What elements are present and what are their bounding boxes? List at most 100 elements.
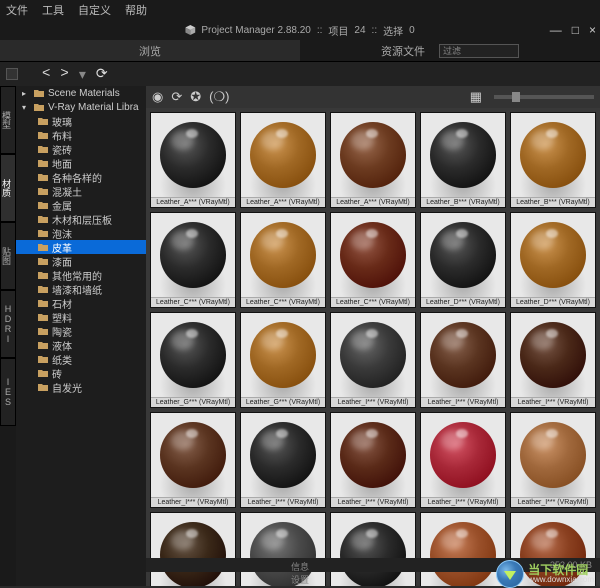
refresh-icon[interactable]: ⟳: [171, 89, 182, 105]
material-thumb[interactable]: Leather_D*** (VRayMtl): [510, 212, 596, 308]
tree-expand-icon[interactable]: ▸: [22, 89, 30, 98]
tree-item[interactable]: 金属: [16, 198, 146, 212]
tree-label: 皮革: [52, 240, 72, 255]
app-title: Project Manager 2.88.20: [201, 25, 311, 36]
tree-item[interactable]: 自发光: [16, 380, 146, 394]
material-sphere: [430, 122, 496, 188]
tab-assets[interactable]: 资源文件 过滤: [300, 40, 600, 61]
folder-icon: [38, 369, 48, 377]
tree-item[interactable]: 混凝土: [16, 184, 146, 198]
material-thumb[interactable]: Leather_B*** (VRayMtl): [510, 112, 596, 208]
view-mode-icon[interactable]: ▦: [470, 89, 482, 105]
material-sphere: [340, 522, 406, 586]
material-sphere: [340, 122, 406, 188]
material-thumb[interactable]: Leather_A*** (VRayMtl): [150, 112, 236, 208]
material-thumb[interactable]: Leather_I*** (VRayMtl): [330, 412, 416, 508]
window-minimize-button[interactable]: —: [550, 23, 562, 37]
tree-root-vray-library[interactable]: ▾ V-Ray Material Libra: [16, 100, 146, 114]
material-thumb[interactable]: Leather_L*** (VRayMtl): [240, 512, 326, 586]
material-thumb[interactable]: Leather_I*** (VRayMtl): [510, 412, 596, 508]
tree-item[interactable]: 布料: [16, 128, 146, 142]
tree-collapse-icon[interactable]: ▾: [22, 103, 30, 112]
side-tab-model[interactable]: 模型: [0, 86, 16, 154]
footer-info[interactable]: 信息: [291, 560, 309, 573]
ps-icon[interactable]: [6, 68, 18, 80]
option-icon[interactable]: (❍): [209, 89, 229, 105]
tree-item[interactable]: 泡沫: [16, 226, 146, 240]
tree-item[interactable]: 漆面: [16, 254, 146, 268]
globe-icon[interactable]: ✪: [190, 89, 201, 105]
tree-item[interactable]: 各种各样的: [16, 170, 146, 184]
thumb-preview: [511, 413, 595, 497]
menu-tools[interactable]: 工具: [42, 2, 64, 18]
folder-icon: [38, 257, 48, 265]
material-thumb[interactable]: Leather_I*** (VRayMtl): [330, 512, 416, 586]
material-thumb[interactable]: Leather_D*** (VRayMtl): [420, 212, 506, 308]
tree-item[interactable]: 瓷砖: [16, 142, 146, 156]
material-thumb[interactable]: Leather_K*** (VRayMtl): [150, 512, 236, 586]
nav-back-button[interactable]: <: [42, 66, 50, 82]
refresh-button[interactable]: ⟳: [96, 66, 108, 83]
thumb-label: Leather_A*** (VRayMtl): [241, 197, 325, 207]
material-thumb[interactable]: Leather_I*** (VRayMtl): [240, 412, 326, 508]
side-tab-hdri[interactable]: HDRI: [0, 290, 16, 358]
material-thumb[interactable]: Leather_A*** (VRayMtl): [330, 112, 416, 208]
thumb-preview: [151, 413, 235, 497]
window-close-button[interactable]: ×: [589, 23, 596, 37]
thumb-label: Leather_I*** (VRayMtl): [241, 497, 325, 507]
material-sphere: [340, 322, 406, 388]
tree-item[interactable]: 皮革: [16, 240, 146, 254]
material-thumb[interactable]: Leather_I*** (VRayMtl): [510, 312, 596, 408]
tree-item[interactable]: 玻璃: [16, 114, 146, 128]
thumb-preview: [511, 313, 595, 397]
tree-item[interactable]: 石材: [16, 296, 146, 310]
side-tab-ies[interactable]: IES: [0, 358, 16, 426]
material-thumb[interactable]: Leather_I*** (VRayMtl): [420, 512, 506, 586]
thumb-label: Leather_A*** (VRayMtl): [331, 197, 415, 207]
folder-icon: [38, 117, 48, 125]
material-thumb[interactable]: Leather_I*** (VRayMtl): [150, 412, 236, 508]
top-tabs: 浏览 资源文件 过滤: [0, 40, 600, 62]
material-thumb[interactable]: Leather_C*** (VRayMtl): [240, 212, 326, 308]
thumb-preview: [151, 113, 235, 197]
tree-item[interactable]: 地面: [16, 156, 146, 170]
material-thumb[interactable]: Leather_I*** (VRayMtl): [330, 312, 416, 408]
material-sphere: [160, 422, 226, 488]
menu-file[interactable]: 文件: [6, 2, 28, 18]
material-thumb[interactable]: Leather_C*** (VRayMtl): [330, 212, 416, 308]
tree-label: 泡沫: [52, 226, 72, 241]
tree-item[interactable]: 木材和层压板: [16, 212, 146, 226]
material-thumb[interactable]: Leather_G*** (VRayMtl): [150, 312, 236, 408]
folder-icon: [38, 341, 48, 349]
menu-custom[interactable]: 自定义: [78, 2, 111, 18]
material-thumb[interactable]: Leather_G*** (VRayMtl): [240, 312, 326, 408]
tree-label: 玻璃: [52, 114, 72, 129]
tree-item[interactable]: 纸类: [16, 352, 146, 366]
folder-icon: [38, 355, 48, 363]
tree-item[interactable]: 其他常用的: [16, 268, 146, 282]
material-thumb[interactable]: Leather_C*** (VRayMtl): [150, 212, 236, 308]
nav-forward-button[interactable]: >: [60, 66, 68, 82]
material-thumb[interactable]: Leather_I*** (VRayMtl): [420, 312, 506, 408]
side-tab-material[interactable]: 材质: [0, 154, 16, 222]
material-sphere: [160, 522, 226, 586]
window-maximize-button[interactable]: □: [572, 23, 579, 37]
proj-label: 项目: [328, 23, 348, 38]
folder-icon: [38, 327, 48, 335]
tree-root-scene-materials[interactable]: ▸ Scene Materials: [16, 86, 146, 100]
tree-item[interactable]: 墙漆和墙纸: [16, 282, 146, 296]
thumb-size-slider[interactable]: [494, 95, 594, 99]
material-thumb[interactable]: Leather_A*** (VRayMtl): [240, 112, 326, 208]
sphere-render-icon[interactable]: ◉: [152, 89, 163, 105]
tab-browse[interactable]: 浏览: [0, 40, 300, 61]
tree-item[interactable]: 塑料: [16, 310, 146, 324]
side-tab-texture[interactable]: 贴图: [0, 222, 16, 290]
tree-item[interactable]: 砖: [16, 366, 146, 380]
menu-help[interactable]: 帮助: [125, 2, 147, 18]
filter-input[interactable]: 过滤: [439, 44, 519, 58]
footer-settings[interactable]: 设置: [291, 573, 309, 586]
tree-item[interactable]: 液体: [16, 338, 146, 352]
material-thumb[interactable]: Leather_I*** (VRayMtl): [420, 412, 506, 508]
material-thumb[interactable]: Leather_B*** (VRayMtl): [420, 112, 506, 208]
tree-item[interactable]: 陶瓷: [16, 324, 146, 338]
